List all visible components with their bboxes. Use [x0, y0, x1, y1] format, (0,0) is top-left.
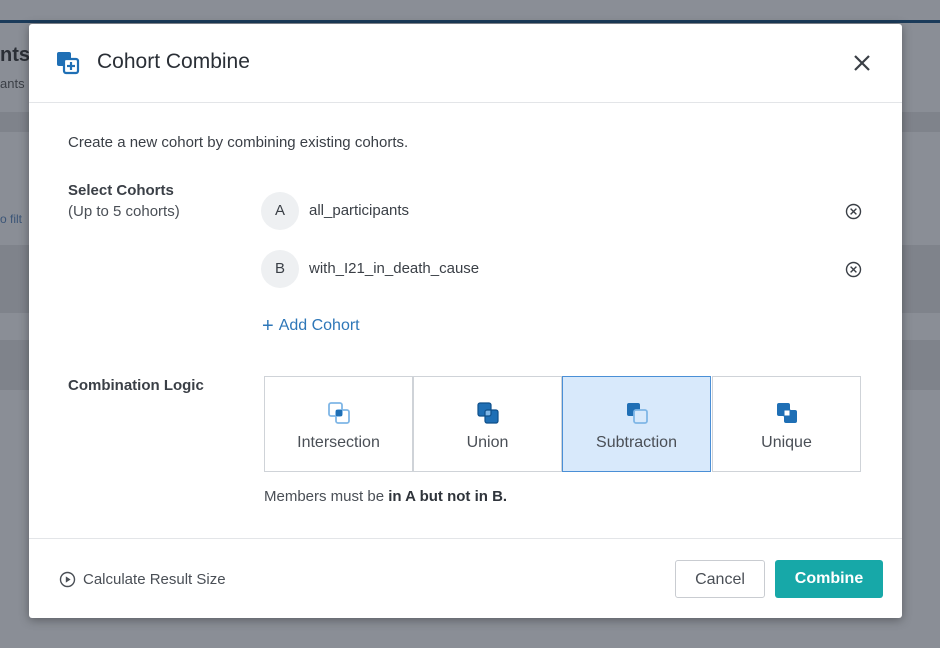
- subtraction-icon: [627, 403, 648, 424]
- cohort-row-a: A all_participants: [261, 192, 871, 230]
- play-circle-icon: [59, 571, 76, 588]
- remove-cohort-icon[interactable]: [845, 261, 862, 278]
- intersection-icon: [328, 402, 350, 424]
- logic-description-emphasis: in A but not in B.: [388, 488, 508, 505]
- background-page-title: nts: [0, 44, 30, 66]
- dialog-title: Cohort Combine: [97, 50, 250, 73]
- logic-option-intersection[interactable]: Intersection: [264, 376, 413, 472]
- dialog-intro-text: Create a new cohort by combining existin…: [68, 134, 409, 151]
- cohort-row-b: B with_I21_in_death_cause: [261, 250, 871, 288]
- logic-option-label: Subtraction: [596, 434, 677, 451]
- calculate-result-size-label: Calculate Result Size: [83, 571, 226, 588]
- logic-option-union[interactable]: Union: [413, 376, 562, 472]
- remove-cohort-icon[interactable]: [845, 203, 862, 220]
- logic-description-prefix: Members must be: [264, 488, 389, 505]
- cohort-letter-badge: A: [261, 192, 299, 230]
- logic-option-label: Intersection: [297, 434, 380, 451]
- cohort-name: all_participants: [309, 202, 410, 219]
- background-filter-text: o filt: [0, 212, 23, 226]
- combine-button[interactable]: Combine: [775, 560, 883, 598]
- select-cohorts-hint: (Up to 5 cohorts): [68, 203, 180, 220]
- cohort-combine-icon: [57, 52, 80, 75]
- cohort-name: with_I21_in_death_cause: [309, 260, 480, 277]
- add-cohort-button[interactable]: + Add Cohort: [262, 315, 360, 339]
- close-icon[interactable]: [849, 50, 875, 76]
- union-icon: [477, 402, 499, 424]
- background-page-subtitle: ants: [0, 76, 25, 91]
- cancel-button[interactable]: Cancel: [675, 560, 765, 598]
- logic-option-subtraction[interactable]: Subtraction: [562, 376, 711, 472]
- add-cohort-label: Add Cohort: [278, 317, 360, 334]
- logic-option-label: Unique: [761, 434, 812, 451]
- select-cohorts-label: Select Cohorts: [68, 182, 174, 199]
- combination-logic-selector: Intersection Union Subtraction Unique: [264, 376, 863, 474]
- dialog-footer: Calculate Result Size Cancel Combine: [29, 538, 902, 619]
- cohort-combine-dialog: Cohort Combine Create a new cohort by co…: [29, 24, 902, 618]
- plus-icon: +: [262, 315, 274, 337]
- background-topbar: [0, 20, 940, 23]
- logic-option-unique[interactable]: Unique: [712, 376, 861, 472]
- cohort-letter-badge: B: [261, 250, 299, 288]
- combination-logic-label: Combination Logic: [68, 377, 204, 394]
- dialog-header: Cohort Combine: [29, 24, 902, 103]
- logic-option-label: Union: [466, 434, 509, 451]
- unique-icon: [777, 403, 797, 423]
- logic-description: Members must be in A but not in B.: [264, 488, 507, 505]
